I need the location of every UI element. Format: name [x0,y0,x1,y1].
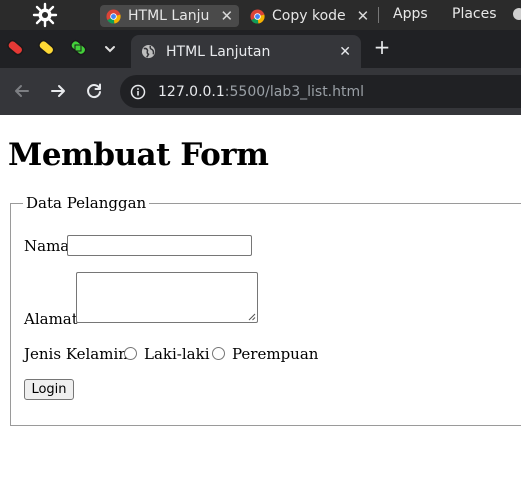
address-bar[interactable]: 127.0.0.1:5500/lab3_list.html [120,75,521,108]
fieldset-legend: Data Pelanggan [23,195,150,212]
globe-icon [141,44,156,59]
fieldset-data-pelanggan: Data Pelanggan Nama Alamat Jenis Kelamin… [10,195,521,426]
chevron-down-icon[interactable] [100,39,120,59]
status-icon[interactable] [513,8,521,20]
new-tab-button[interactable]: + [372,37,392,57]
close-icon[interactable]: ✕ [339,45,351,59]
menu-places[interactable]: Places [452,6,497,22]
browser-tab-strip: HTML Lanjutan ✕ + [0,30,521,68]
url-host: 127.0.0.1 [158,83,225,100]
reload-icon[interactable] [83,80,105,102]
tab-title: HTML Lanjutan [166,43,271,60]
divider [378,7,379,23]
chrome-icon [250,8,265,24]
page-content: Membuat Form Data Pelanggan Nama Alamat … [0,115,521,482]
menu-apps[interactable]: Apps [393,6,428,22]
browser-toolbar: 127.0.0.1:5500/lab3_list.html [0,68,521,115]
extension-yellow-icon[interactable] [35,38,57,58]
url-path: :5500/lab3_list.html [224,83,365,100]
os-tab-copy-kode[interactable]: Copy kode ✕ [244,5,375,27]
chrome-icon [106,8,121,24]
nama-label: Nama [24,237,70,255]
resize-grip-icon[interactable] [248,313,256,321]
os-tab-label: Copy kode [272,8,346,24]
gear-icon[interactable] [32,2,58,28]
radio-label-perempuan: Perempuan [232,345,319,363]
forward-arrow-icon[interactable] [47,80,69,102]
close-icon[interactable]: ✕ [220,8,233,24]
os-tab-html-lanjutan[interactable]: HTML Lanju ✕ [100,5,240,27]
os-tab-label: HTML Lanju [128,8,210,24]
extension-green-icon[interactable] [67,38,89,58]
info-icon[interactable] [130,84,146,100]
alamat-label: Alamat [24,310,78,328]
close-icon[interactable]: ✕ [357,8,370,24]
radio-laki-laki[interactable] [124,347,137,360]
page-title: Membuat Form [8,137,269,173]
extension-red-icon[interactable] [4,38,26,58]
tab-html-lanjutan[interactable]: HTML Lanjutan ✕ [131,35,361,68]
radio-perempuan[interactable] [212,347,225,360]
jenis-kelamin-label: Jenis Kelamin [24,345,128,363]
radio-label-laki-laki: Laki-laki [144,345,210,363]
back-arrow-icon[interactable] [11,80,33,102]
nama-input[interactable] [67,235,252,256]
login-button[interactable]: Login [24,379,74,400]
os-top-bar: HTML Lanju ✕ Copy kode ✕ Apps Places [0,0,521,30]
alamat-textarea[interactable] [76,272,258,323]
